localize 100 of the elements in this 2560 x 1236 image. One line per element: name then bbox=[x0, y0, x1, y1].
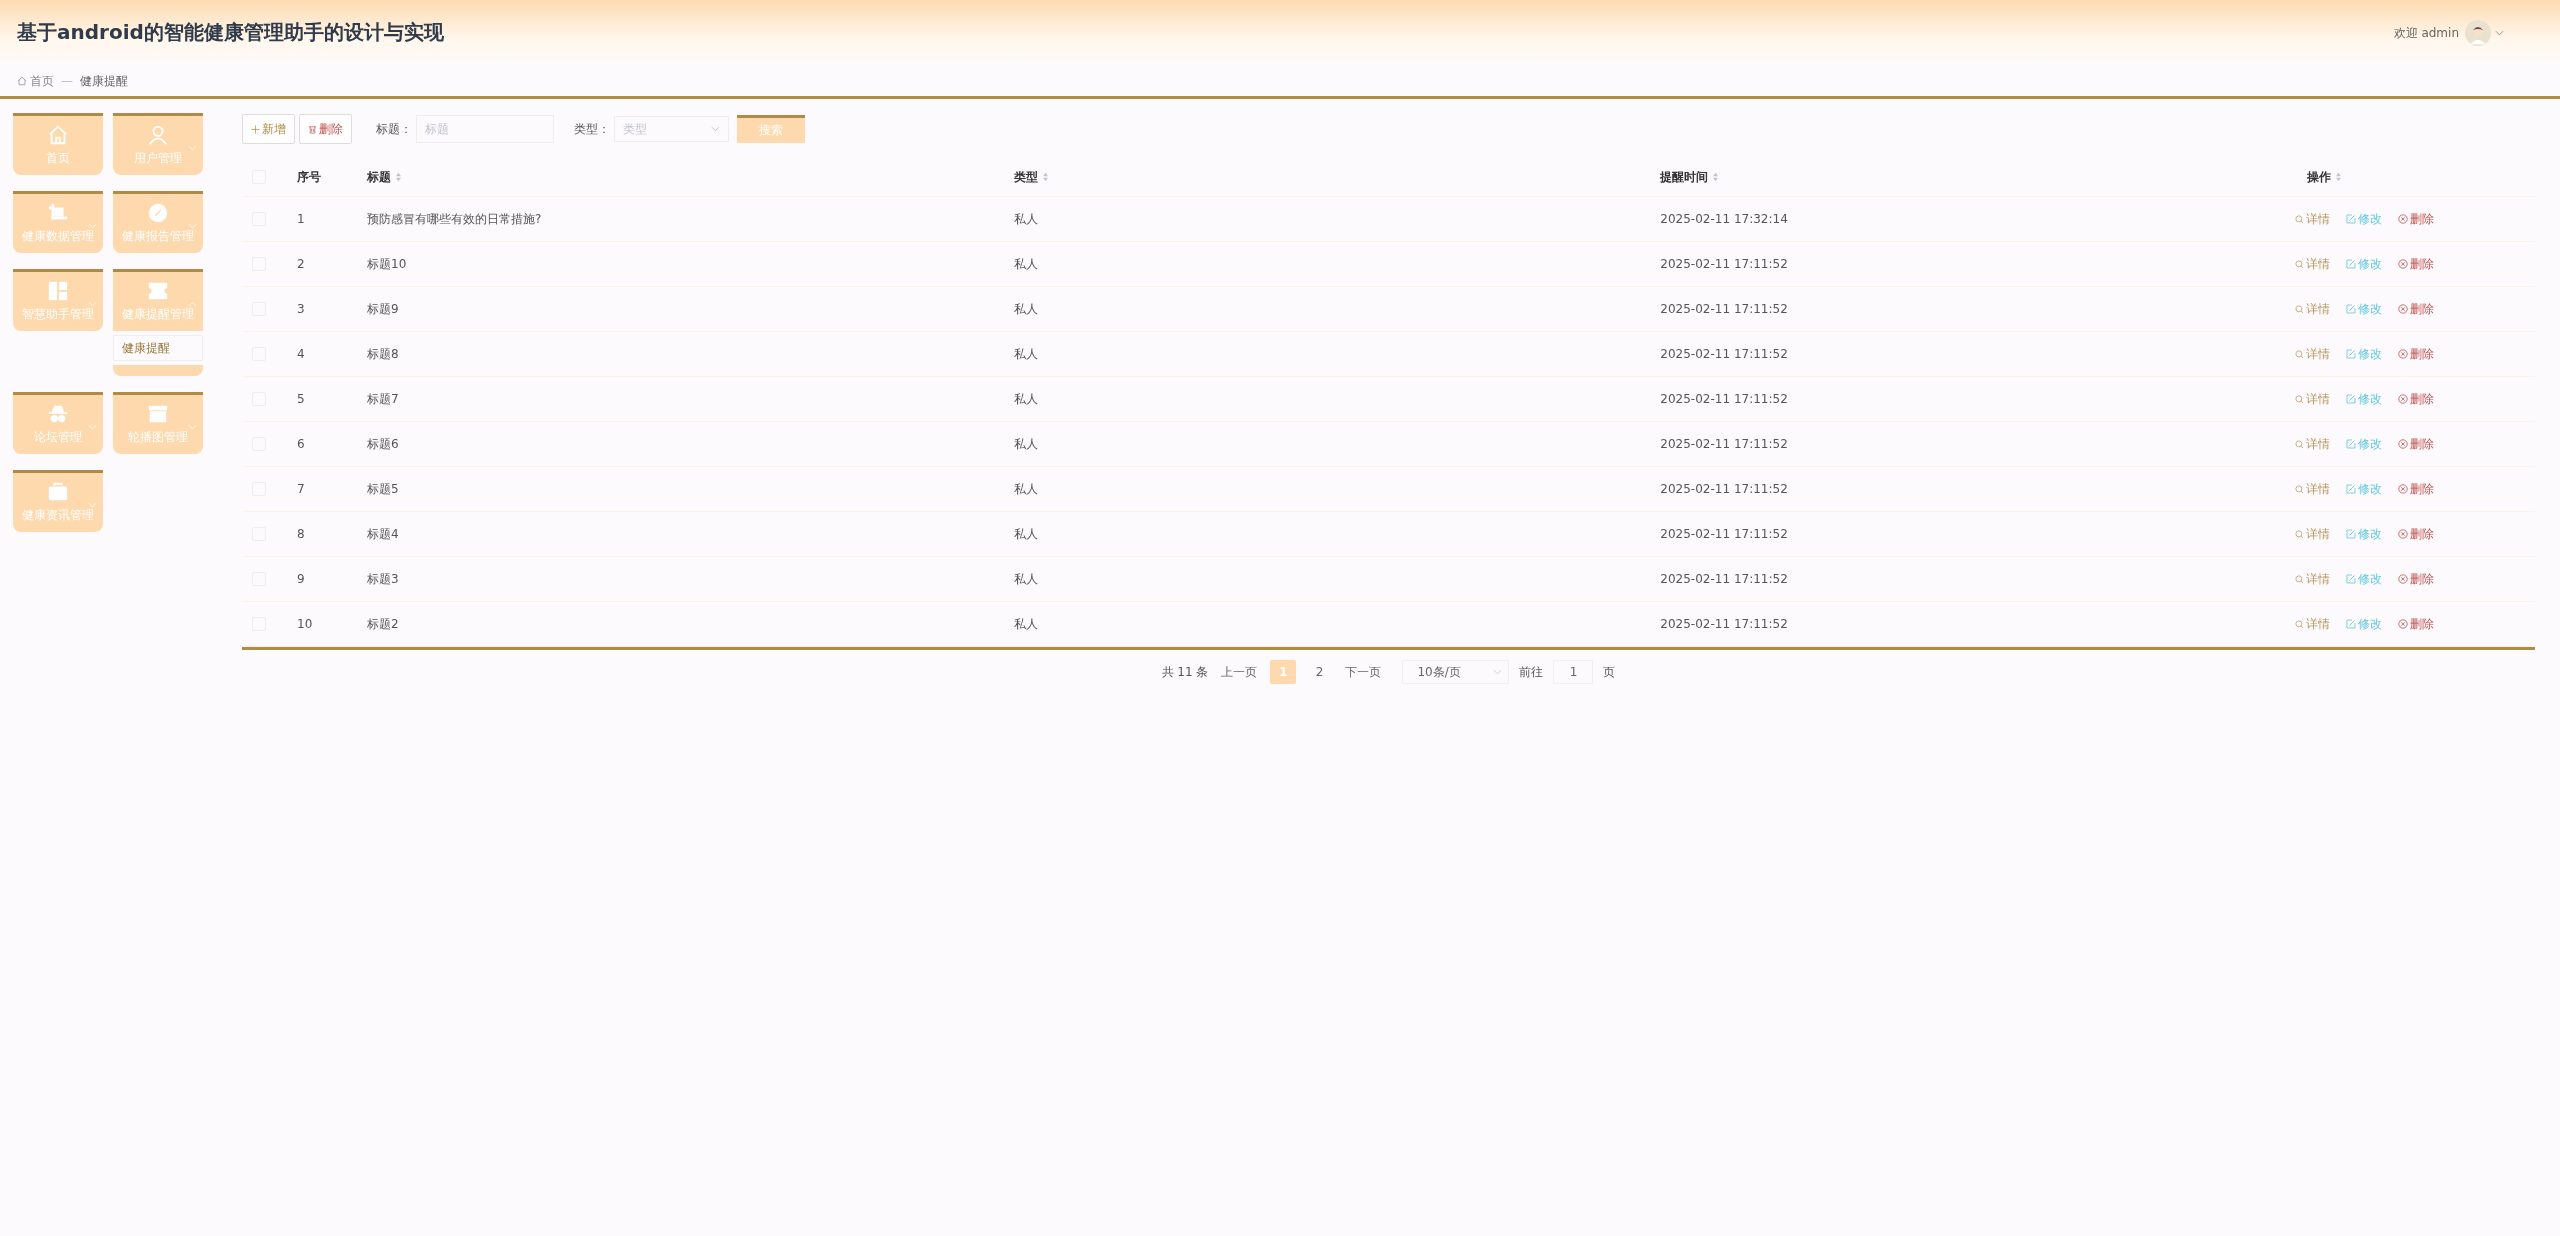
table-cell: 标题3 bbox=[367, 570, 399, 588]
table-cell: 私人 bbox=[1013, 570, 1038, 588]
next-page-button[interactable]: 下一页 bbox=[1342, 663, 1385, 681]
delete-link[interactable]: 删除 bbox=[2398, 480, 2434, 498]
table-cell: 2025-02-11 17:11:52 bbox=[1660, 302, 1788, 316]
close-circle-icon bbox=[2398, 619, 2408, 629]
edit-link[interactable]: 修改 bbox=[2346, 525, 2382, 543]
table-cell: 2025-02-11 17:11:52 bbox=[1660, 257, 1788, 271]
detail-link[interactable]: 详情 bbox=[2295, 300, 2330, 318]
add-button[interactable]: 新增 bbox=[242, 114, 295, 144]
column-header: 类型 bbox=[1013, 168, 1038, 186]
table-cell: 私人 bbox=[1013, 255, 1038, 273]
sort-icon[interactable] bbox=[1712, 172, 1720, 182]
detail-link[interactable]: 详情 bbox=[2295, 480, 2330, 498]
home-icon bbox=[17, 76, 27, 86]
edit-link[interactable]: 修改 bbox=[2346, 570, 2382, 588]
sort-icon[interactable] bbox=[395, 172, 402, 182]
delete-link[interactable]: 删除 bbox=[2398, 390, 2434, 408]
search-icon bbox=[2295, 619, 2304, 629]
chevron-down-icon bbox=[188, 223, 197, 229]
sort-icon[interactable] bbox=[1041, 172, 1049, 182]
table-cell: 3 bbox=[297, 302, 305, 316]
table-cell: 标题4 bbox=[367, 525, 399, 543]
table-cell: 10 bbox=[297, 617, 313, 631]
delete-link[interactable]: 删除 bbox=[2398, 300, 2434, 318]
detail-link[interactable]: 详情 bbox=[2295, 525, 2330, 543]
menu-label: 首页 bbox=[46, 150, 70, 167]
table-cell: 6 bbox=[297, 437, 305, 451]
prev-page-button[interactable]: 上一页 bbox=[1218, 663, 1261, 681]
table-cell: 私人 bbox=[1013, 480, 1038, 498]
table-cell: 2025-02-11 17:11:52 bbox=[1660, 617, 1788, 631]
edit-link[interactable]: 修改 bbox=[2346, 615, 2382, 633]
caret-icon bbox=[711, 126, 720, 132]
detail-link[interactable]: 详情 bbox=[2295, 570, 2330, 588]
table-cell: 标题6 bbox=[367, 435, 399, 453]
layout-icon bbox=[47, 280, 69, 302]
chevron-down-icon bbox=[88, 301, 97, 307]
table-cell: 8 bbox=[297, 527, 305, 541]
edit-icon bbox=[2346, 574, 2356, 584]
title-input[interactable]: 标题 bbox=[416, 115, 554, 143]
menu-label: 健康提醒管理 bbox=[122, 306, 194, 323]
detail-link[interactable]: 详情 bbox=[2295, 255, 2330, 273]
delete-link[interactable]: 删除 bbox=[2398, 255, 2434, 273]
breadcrumb-link[interactable]: 首页 bbox=[30, 72, 54, 90]
edit-icon bbox=[2346, 484, 2356, 494]
briefcase-icon bbox=[47, 481, 69, 503]
column-header: 操作 bbox=[2307, 168, 2331, 186]
avatar-icon[interactable] bbox=[2465, 20, 2491, 46]
detail-link[interactable]: 详情 bbox=[2295, 210, 2330, 228]
table-cell: 2025-02-11 17:11:52 bbox=[1660, 392, 1788, 406]
column-header: 序号 bbox=[297, 168, 321, 186]
table-cell: 私人 bbox=[1013, 615, 1038, 633]
table-cell: 2025-02-11 17:11:52 bbox=[1660, 572, 1788, 586]
edit-link[interactable]: 修改 bbox=[2346, 300, 2382, 318]
search-icon bbox=[2295, 214, 2304, 224]
chevron-down-icon bbox=[88, 424, 97, 430]
delete-link[interactable]: 删除 bbox=[2398, 570, 2434, 588]
page-size-select[interactable]: 10条/页 bbox=[1402, 660, 1510, 684]
page-number[interactable]: 2 bbox=[1306, 660, 1333, 684]
submenu-item[interactable]: 健康提醒 bbox=[113, 335, 203, 361]
detail-link[interactable]: 详情 bbox=[2295, 615, 2330, 633]
welcome-text: 欢迎 admin bbox=[2393, 24, 2459, 42]
sort-icon[interactable] bbox=[2335, 172, 2342, 182]
table-cell: 5 bbox=[297, 392, 305, 406]
edit-link[interactable]: 修改 bbox=[2346, 210, 2382, 228]
table-cell: 私人 bbox=[1013, 300, 1038, 318]
caret-icon[interactable] bbox=[2495, 30, 2504, 36]
edit-link[interactable]: 修改 bbox=[2346, 435, 2382, 453]
delete-button[interactable]: 删除 bbox=[299, 114, 352, 144]
edit-link[interactable]: 修改 bbox=[2346, 480, 2382, 498]
close-circle-icon bbox=[2398, 259, 2408, 269]
table-cell: 9 bbox=[297, 572, 305, 586]
detail-link[interactable]: 详情 bbox=[2295, 435, 2330, 453]
detail-link[interactable]: 详情 bbox=[2295, 390, 2330, 408]
edit-icon bbox=[2346, 304, 2356, 314]
chevron-down-icon bbox=[88, 502, 97, 508]
delete-link[interactable]: 删除 bbox=[2398, 210, 2434, 228]
menu-tile[interactable]: 健康提醒管理 健康提醒 bbox=[113, 269, 203, 376]
table-cell: 2025-02-11 17:11:52 bbox=[1660, 347, 1788, 361]
edit-link[interactable]: 修改 bbox=[2346, 255, 2382, 273]
delete-link[interactable]: 删除 bbox=[2398, 345, 2434, 363]
edit-link[interactable]: 修改 bbox=[2346, 345, 2382, 363]
close-circle-icon bbox=[2398, 394, 2408, 404]
search-icon bbox=[2295, 529, 2304, 539]
delete-link[interactable]: 删除 bbox=[2398, 615, 2434, 633]
edit-icon bbox=[2346, 439, 2356, 449]
menu-label: 健康数据管理 bbox=[22, 228, 94, 245]
close-circle-icon bbox=[2398, 439, 2408, 449]
menu-label: 智慧助手管理 bbox=[22, 306, 94, 323]
delete-link[interactable]: 删除 bbox=[2398, 435, 2434, 453]
table-cell: 标题7 bbox=[367, 390, 399, 408]
plus-icon bbox=[251, 124, 260, 134]
page-input[interactable]: 1 bbox=[1553, 660, 1594, 684]
delete-link[interactable]: 删除 bbox=[2398, 525, 2434, 543]
breadcrumb-separator: — bbox=[61, 74, 73, 88]
goto-label: 前往 bbox=[1519, 663, 1544, 681]
edit-link[interactable]: 修改 bbox=[2346, 390, 2382, 408]
type-select[interactable]: 类型 bbox=[614, 116, 729, 142]
trash-icon bbox=[308, 124, 317, 134]
detail-link[interactable]: 详情 bbox=[2295, 345, 2330, 363]
